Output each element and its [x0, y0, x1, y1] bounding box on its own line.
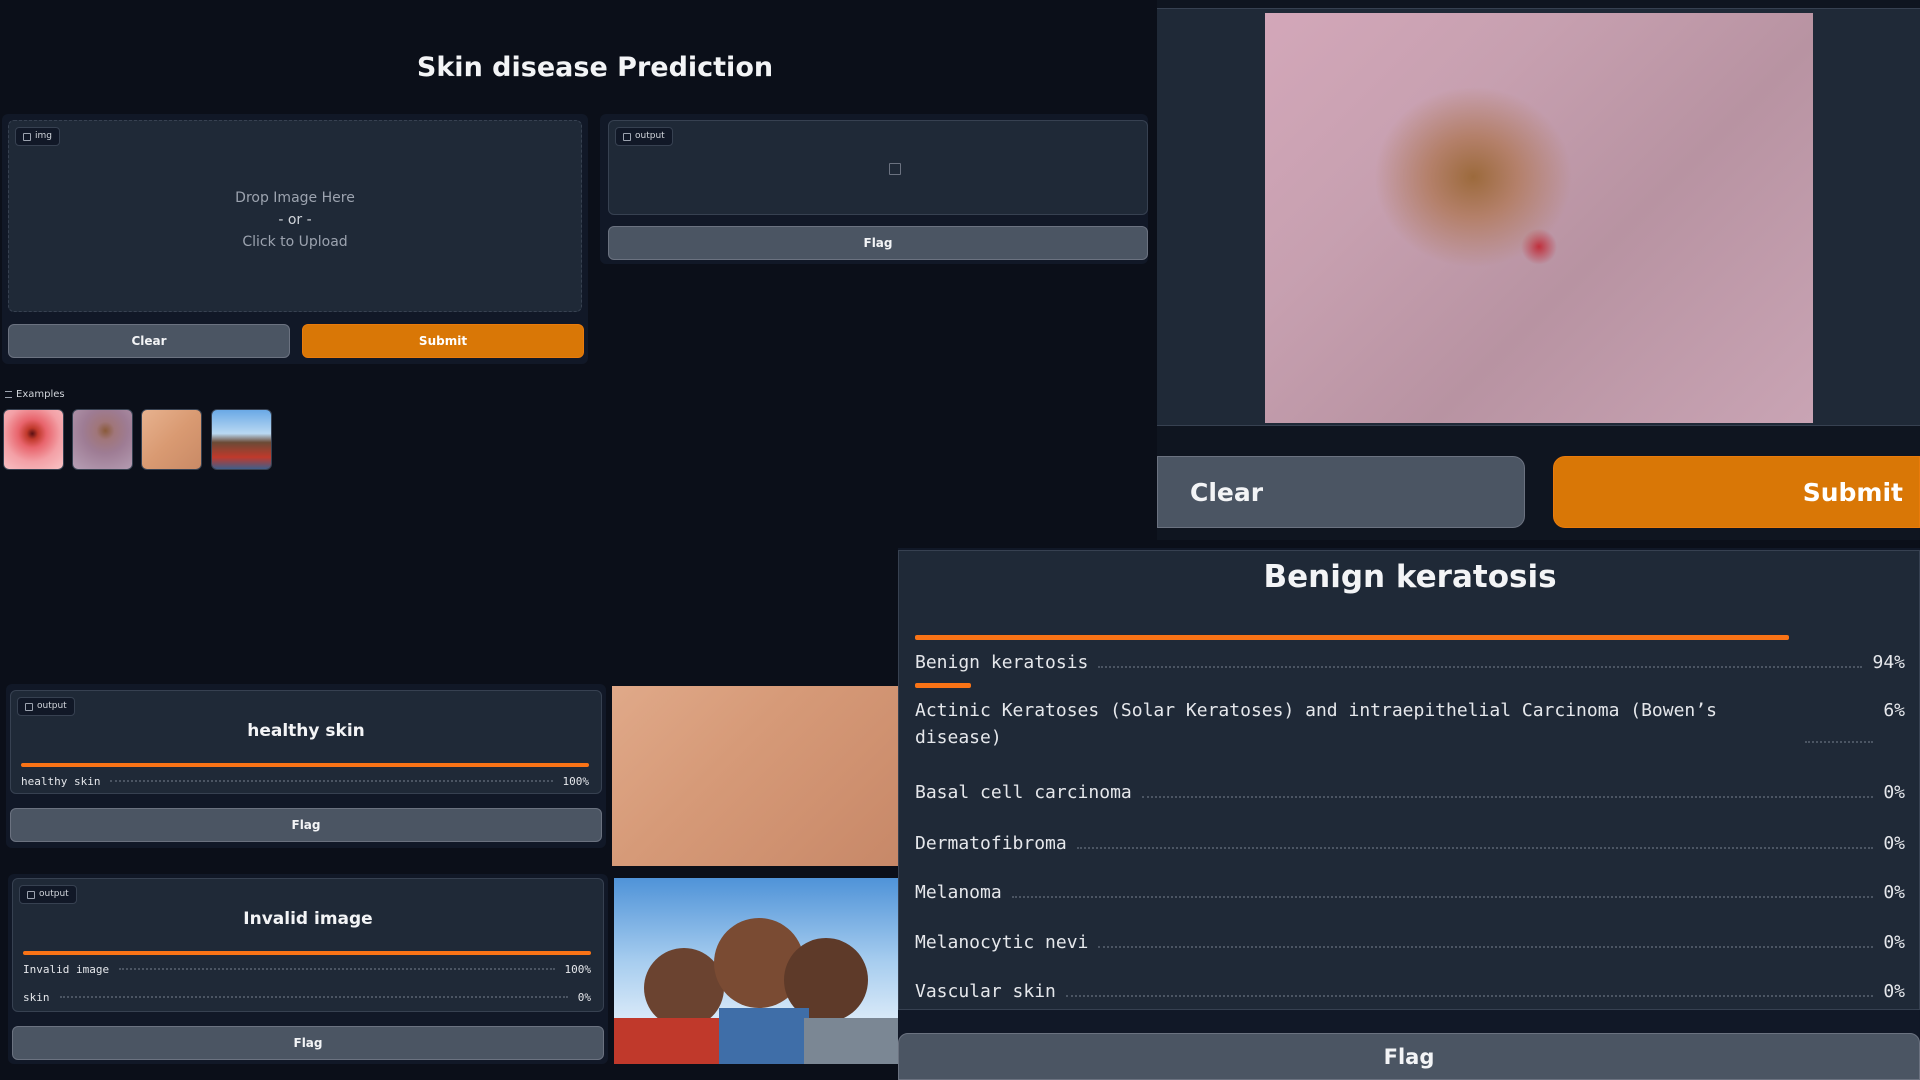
zoom-confidence-row: Melanocytic nevi 0%	[915, 929, 1905, 956]
zoom-flag-button[interactable]: Flag	[898, 1033, 1920, 1080]
healthy-label-output: output healthy skin healthy skin 100%	[10, 690, 602, 794]
zoom-row-percent: 0%	[1883, 882, 1905, 903]
invalid-label-output: output Invalid image Invalid image 100% …	[12, 878, 604, 1012]
children-photo	[614, 878, 898, 1064]
image-upload-dropzone[interactable]: img Drop Image Here - or - Click to Uplo…	[8, 120, 582, 312]
lesion-image	[1265, 13, 1813, 423]
invalid-heading: Invalid image	[243, 909, 373, 929]
healthy-skin-image	[612, 686, 898, 866]
zoom-row-label: Vascular skin	[915, 981, 1056, 1002]
zoom-confidence-bar	[915, 635, 1789, 640]
zoom-submit-button[interactable]: Submit	[1553, 456, 1920, 528]
image-icon	[23, 132, 31, 141]
flag-button[interactable]: Flag	[608, 226, 1148, 260]
zoom-row-percent: 0%	[1883, 981, 1905, 1002]
output-tag: output	[615, 127, 673, 146]
zoom-confidence-row: Basal cell carcinoma 0%	[915, 779, 1905, 806]
zoom-image-frame	[1157, 8, 1920, 426]
empty-label-icon	[889, 163, 901, 175]
zoom-label-output: Benign keratosis Benign keratosis 94% Acti…	[898, 550, 1920, 1010]
zoom-row-label: Dermatofibroma	[915, 833, 1067, 854]
upload-text: Click to Upload	[242, 234, 348, 250]
list-icon	[5, 391, 12, 398]
zoom-confidence-bar	[915, 683, 971, 688]
zoom-row-label: Basal cell carcinoma	[915, 782, 1132, 803]
or-text: - or -	[278, 212, 312, 228]
zoom-confidence-row: Dermatofibroma 0%	[915, 830, 1905, 857]
label-icon	[25, 702, 33, 711]
zoom-row-percent: 94%	[1872, 652, 1905, 673]
zoom-confidence-row: Vascular skin 0%	[915, 978, 1905, 1005]
invalid-row-1: skin 0%	[23, 991, 591, 1004]
drop-text: Drop Image Here	[235, 190, 355, 206]
clear-button[interactable]: Clear	[8, 324, 290, 358]
example-thumbnail-purple-lesion[interactable]	[72, 409, 133, 470]
invalid-row-0: Invalid image 100%	[23, 963, 591, 976]
zoom-row-percent: 6%	[1883, 700, 1905, 721]
zoom-output-panel: Benign keratosis Benign keratosis 94% Acti…	[898, 548, 1920, 1080]
label-icon	[623, 132, 631, 141]
page-title: Skin disease Prediction	[416, 52, 774, 83]
healthy-heading: healthy skin	[247, 721, 365, 741]
zoom-row-label: Melanoma	[915, 882, 1002, 903]
output-box: output	[608, 120, 1148, 215]
zoom-confidence-row: Benign keratosis 94%	[915, 649, 1905, 676]
zoom-input-panel: Clear Submit	[1157, 0, 1920, 540]
healthy-output-tag: output	[17, 697, 75, 716]
zoom-row-percent: 0%	[1883, 782, 1905, 803]
invalid-output-tag: output	[19, 885, 77, 904]
input-tag: img	[15, 127, 60, 146]
healthy-confidence-bar	[21, 763, 589, 767]
invalid-confidence-bar	[23, 951, 591, 955]
example-thumbnail-skin[interactable]	[141, 409, 202, 470]
healthy-result-panel: output healthy skin healthy skin 100% Fl…	[6, 684, 606, 848]
invalid-flag-button[interactable]: Flag	[12, 1026, 604, 1060]
healthy-flag-button[interactable]: Flag	[10, 808, 602, 842]
zoom-row-label: Benign keratosis	[915, 652, 1089, 673]
example-thumbnail-red-lesion[interactable]	[3, 409, 64, 470]
healthy-row: healthy skin 100%	[21, 775, 589, 788]
examples-label: Examples	[5, 389, 65, 400]
label-icon	[27, 890, 35, 899]
zoom-confidence-row: Melanoma 0%	[915, 879, 1905, 906]
zoom-heading: Benign keratosis	[1263, 559, 1557, 595]
zoom-confidence-row: Actinic Keratoses (Solar Keratoses) and …	[915, 697, 1905, 751]
example-thumbnail-children[interactable]	[211, 409, 272, 470]
zoom-row-percent: 0%	[1883, 932, 1905, 953]
zoom-row-percent: 0%	[1883, 833, 1905, 854]
input-panel: img Drop Image Here - or - Click to Uplo…	[2, 114, 588, 364]
invalid-result-panel: output Invalid image Invalid image 100% …	[8, 874, 608, 1064]
output-panel: output Flag	[600, 114, 1148, 264]
zoom-row-label: Actinic Keratoses (Solar Keratoses) and …	[915, 700, 1717, 748]
zoom-row-label: Melanocytic nevi	[915, 932, 1089, 953]
submit-button[interactable]: Submit	[302, 324, 584, 358]
zoom-clear-button[interactable]: Clear	[1157, 456, 1525, 528]
